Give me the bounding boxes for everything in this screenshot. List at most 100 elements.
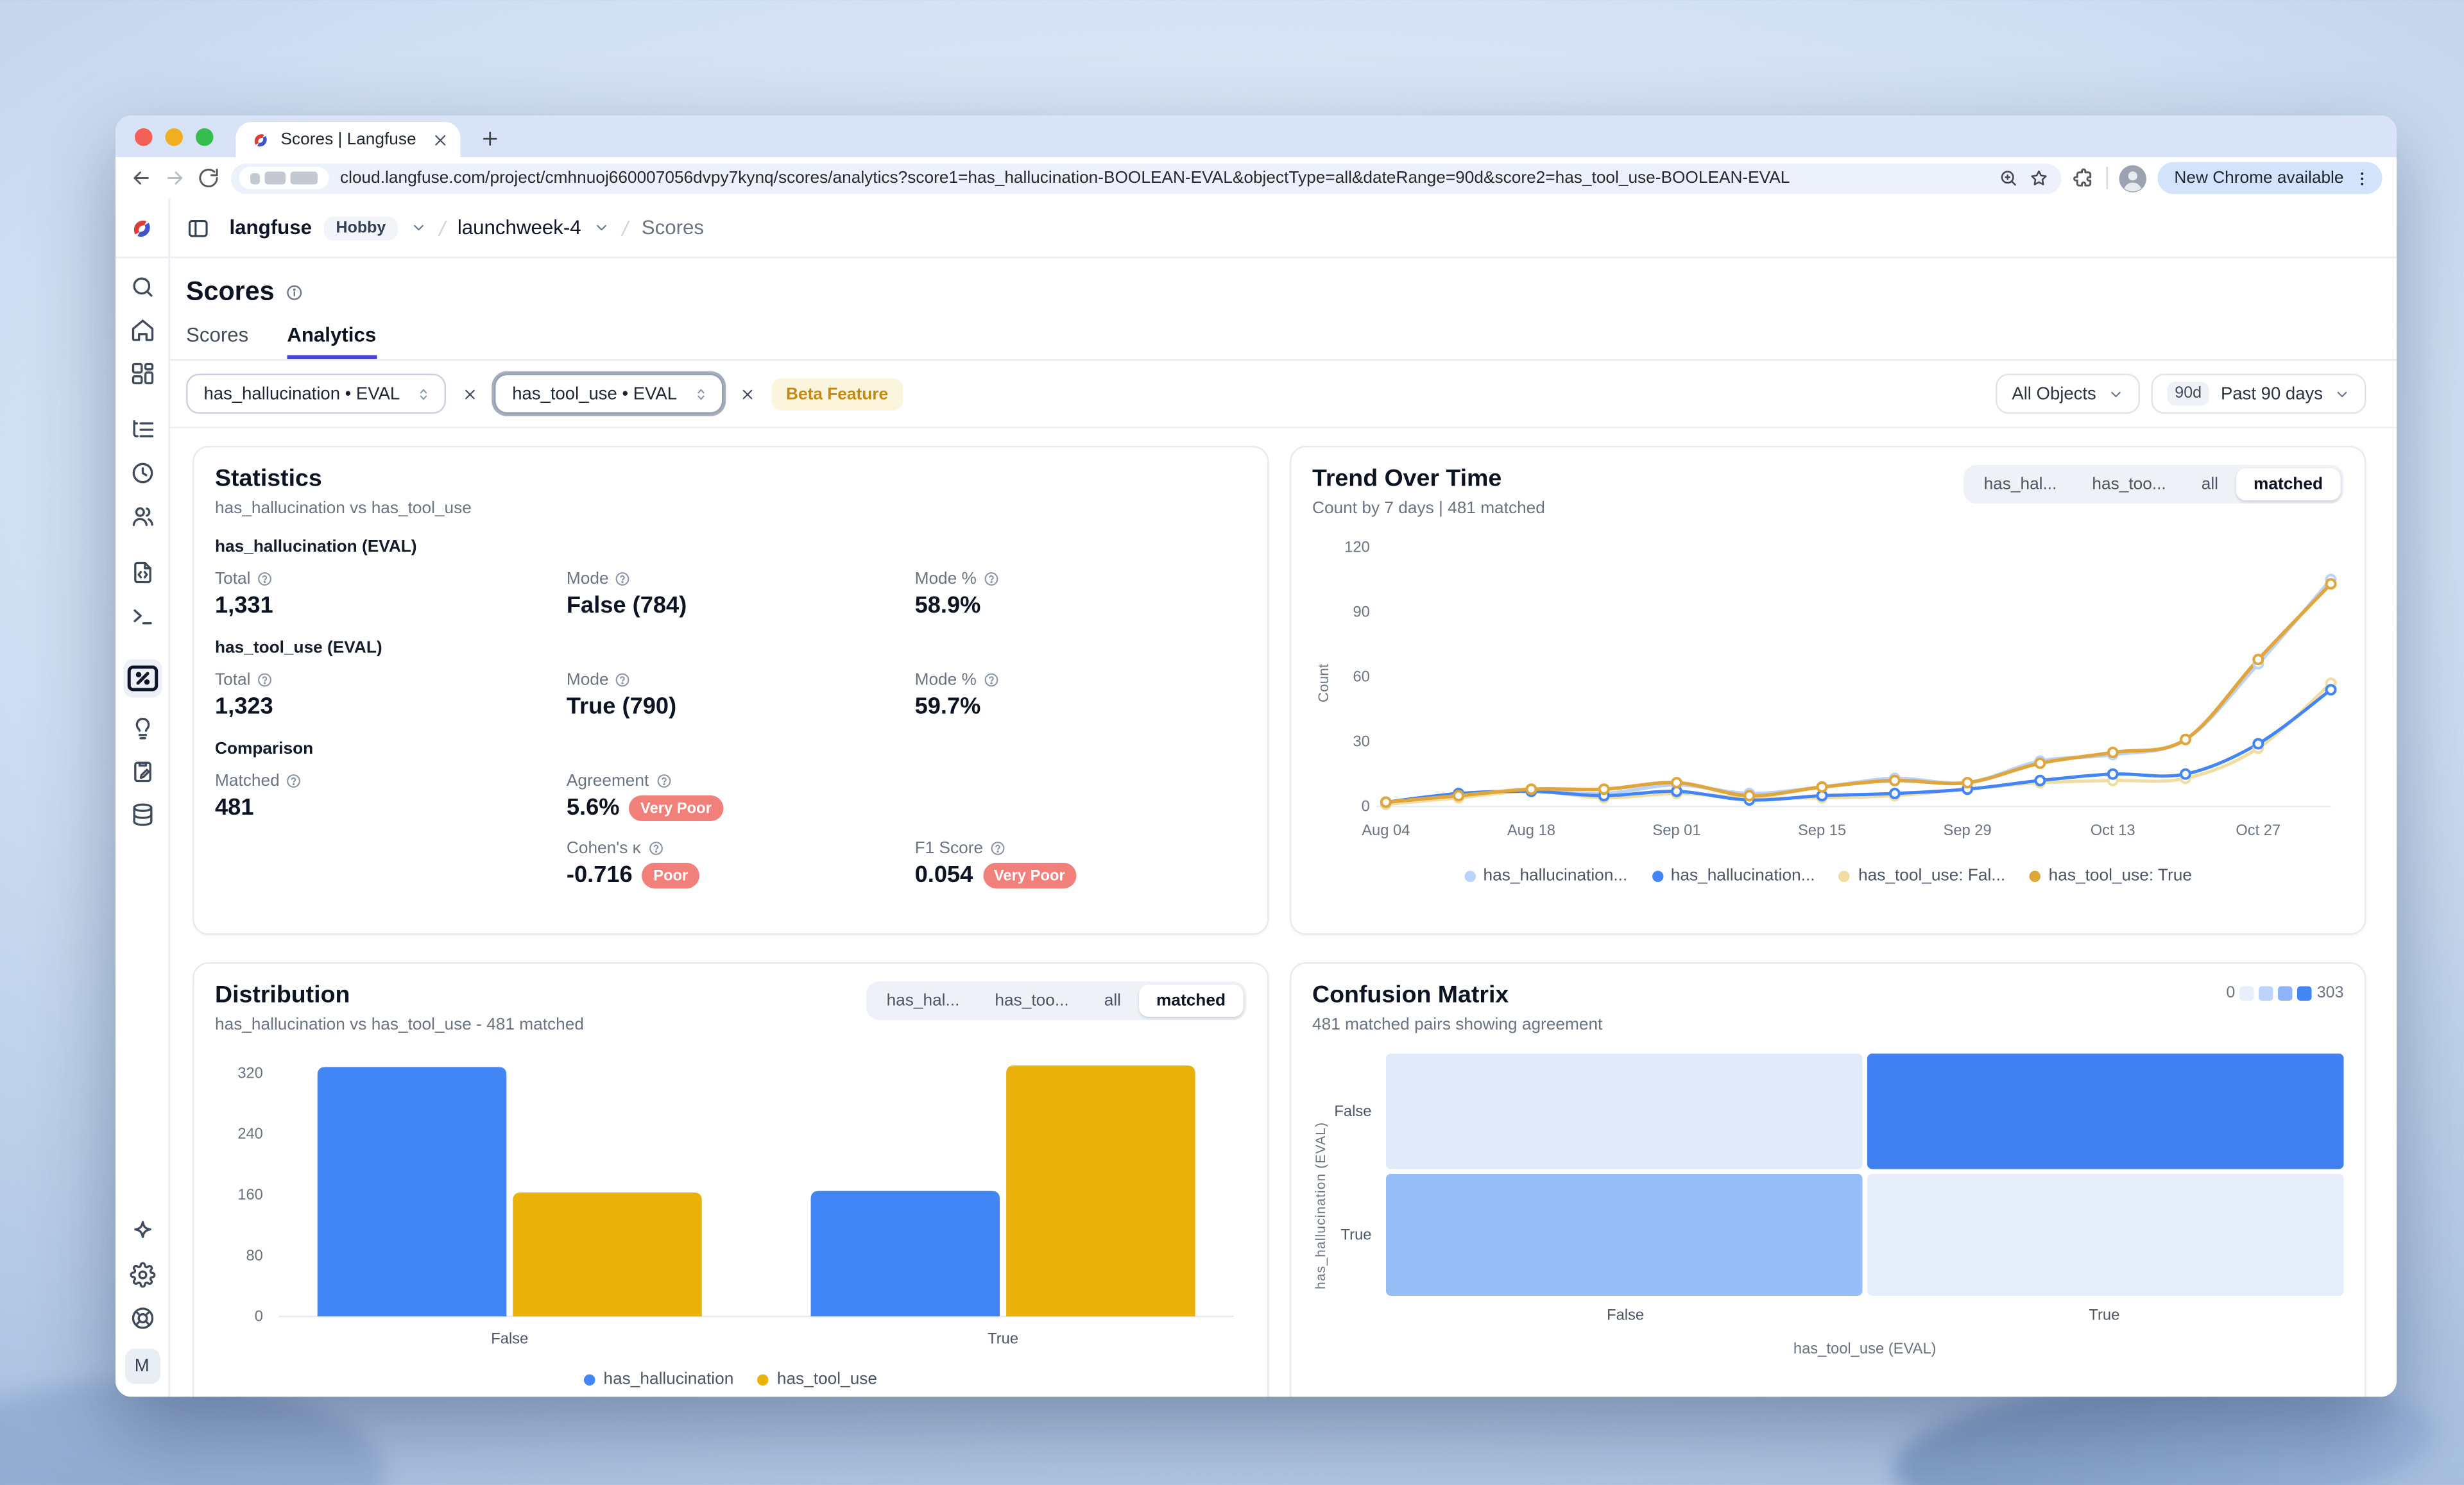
sidebar-item-annotation[interactable]	[123, 759, 161, 785]
org-name[interactable]: langfuse	[230, 217, 312, 239]
distribution-card: Distribution has_hallucination vs has_to…	[193, 962, 1269, 1397]
sidebar-item-sessions[interactable]	[123, 461, 161, 486]
sidebar-item-users[interactable]	[123, 504, 161, 529]
filter-bar: has_hallucination • EVAL has_tool_use • …	[170, 361, 2397, 429]
date-range-select[interactable]: 90d Past 90 days	[2151, 374, 2366, 414]
help-icon[interactable]	[615, 571, 631, 587]
heatmap-cell-true-true[interactable]	[1867, 1174, 2344, 1296]
zoom-page-icon[interactable]	[1999, 169, 2019, 188]
info-icon[interactable]	[286, 284, 304, 302]
remove-score2-icon[interactable]	[740, 386, 756, 402]
help-icon[interactable]	[257, 571, 273, 587]
segment-hashal[interactable]: has_hal...	[1966, 468, 2075, 500]
legend-item: has_hallucination...	[1652, 866, 1815, 885]
extensions-puzzle-icon[interactable]	[2073, 167, 2096, 189]
sidebar-item-datasets[interactable]	[123, 802, 161, 827]
close-window-button[interactable]	[135, 128, 153, 146]
main-content: Scores ScoresAnalytics has_hallucination…	[170, 259, 2397, 1397]
distribution-subtitle: has_hallucination vs has_tool_use - 481 …	[215, 1015, 584, 1035]
heatmap-cell-true-false[interactable]	[1386, 1174, 1863, 1296]
tab-analytics[interactable]: Analytics	[287, 324, 376, 359]
org-chevron-down-icon[interactable]	[410, 220, 426, 236]
forward-button[interactable]	[164, 167, 186, 189]
metric-value: False (784)	[567, 593, 687, 619]
minimize-window-button[interactable]	[166, 128, 184, 146]
metric-label: Total	[215, 570, 250, 589]
back-button[interactable]	[130, 167, 153, 189]
close-tab-icon[interactable]	[432, 131, 450, 149]
segment-hashal[interactable]: has_hal...	[869, 985, 977, 1017]
help-icon[interactable]	[647, 840, 663, 856]
metric-mode: ModeFalse (784)	[567, 570, 915, 620]
stat-section: has_tool_use (EVAL)Total1,323ModeTrue (7…	[215, 638, 1247, 720]
sidebar-toggle-icon[interactable]	[186, 216, 210, 240]
tab-title: Scores | Langfuse	[281, 130, 422, 149]
heatmap-y-axis-label: has_hallucination (EVAL)	[1312, 1054, 1333, 1359]
heatmap-cell-false-true[interactable]	[1867, 1054, 2344, 1169]
remove-score1-icon[interactable]	[463, 386, 479, 402]
help-icon[interactable]	[655, 773, 671, 789]
segment-matched[interactable]: matched	[1139, 985, 1244, 1017]
redacted-block	[265, 172, 286, 185]
project-chevron-down-icon[interactable]	[594, 220, 610, 236]
bookmark-star-icon[interactable]	[2030, 169, 2049, 188]
segment-matched[interactable]: matched	[2236, 468, 2341, 500]
scale-swatch	[2259, 987, 2274, 1001]
sidebar-item-scores[interactable]	[123, 659, 161, 698]
sidebar-item-prompts[interactable]	[123, 560, 161, 586]
trend-legend: has_hallucination...has_hallucination...…	[1312, 866, 2344, 885]
user-avatar[interactable]: M	[124, 1349, 160, 1384]
chrome-update-button[interactable]: New Chrome available	[2158, 162, 2382, 194]
help-icon[interactable]	[615, 672, 631, 688]
sidebar-item-evaluators[interactable]	[123, 715, 161, 741]
sidebar-item-home[interactable]	[123, 318, 161, 343]
segment-all[interactable]: all	[2184, 468, 2236, 500]
help-icon[interactable]	[257, 672, 273, 688]
desktop: Scores | Langfuse cloud.langfuse.com/pro…	[0, 0, 2464, 1485]
score1-select[interactable]: has_hallucination • EVAL	[186, 374, 447, 414]
chrome-update-label: New Chrome available	[2174, 169, 2343, 188]
url-text: cloud.langfuse.com/project/cmhnuoj660007…	[340, 169, 1988, 188]
legend-dot	[2030, 870, 2041, 881]
help-icon[interactable]	[286, 773, 302, 789]
statistics-body: has_hallucination (EVAL)Total1,331ModeFa…	[215, 538, 1247, 889]
sidebar-item-search[interactable]	[123, 275, 161, 300]
stat-section: ComparisonMatched481Agreement5.6%Very Po…	[215, 740, 1247, 889]
new-tab-button[interactable]	[480, 128, 501, 149]
help-icon[interactable]	[983, 672, 999, 688]
segment-all[interactable]: all	[1086, 985, 1138, 1017]
chrome-menu-icon[interactable]	[2354, 169, 2372, 187]
metric-value: 59.7%	[915, 695, 981, 720]
svg-text:Oct 13: Oct 13	[2091, 822, 2135, 839]
scale-swatch	[2240, 987, 2255, 1001]
legend-label: has_tool_use: Fal...	[1858, 866, 2005, 885]
browser-tab-active[interactable]: Scores | Langfuse	[236, 122, 461, 157]
sidebar-item-settings-gear[interactable]	[123, 1262, 161, 1288]
maximize-window-button[interactable]	[196, 128, 214, 146]
address-bar[interactable]: cloud.langfuse.com/project/cmhnuoj660007…	[231, 163, 2062, 194]
sidebar-item-upgrade-sparkle[interactable]	[123, 1219, 161, 1244]
sidebar-item-support-lifebuoy[interactable]	[123, 1305, 161, 1331]
site-info-chip[interactable]	[239, 167, 329, 189]
segment-hastoo[interactable]: has_too...	[977, 985, 1086, 1017]
tab-scores[interactable]: Scores	[186, 324, 248, 359]
chrome-profile-avatar[interactable]	[2119, 164, 2147, 192]
sidebar-item-tracing[interactable]	[123, 417, 161, 443]
metric-value: 58.9%	[915, 593, 981, 619]
segment-hastoo[interactable]: has_too...	[2075, 468, 2184, 500]
svg-text:Aug 04: Aug 04	[1362, 822, 1410, 839]
heatmap-cell-false-false[interactable]	[1386, 1054, 1863, 1169]
sidebar-item-playground[interactable]	[123, 603, 161, 629]
project-name[interactable]: launchweek-4	[458, 217, 581, 239]
reload-button[interactable]	[198, 167, 220, 189]
object-type-select[interactable]: All Objects	[1996, 374, 2139, 414]
legend-label: has_hallucination	[603, 1370, 733, 1389]
help-icon[interactable]	[983, 571, 999, 587]
breadcrumb-separator: /	[436, 216, 447, 240]
score2-select[interactable]: has_tool_use • EVAL	[495, 374, 724, 414]
legend-item: has_tool_use: True	[2030, 866, 2192, 885]
legend-dot	[1464, 870, 1476, 881]
sidebar-item-dashboards[interactable]	[123, 361, 161, 387]
help-icon[interactable]	[989, 840, 1005, 856]
toolbar-divider	[2107, 167, 2109, 189]
